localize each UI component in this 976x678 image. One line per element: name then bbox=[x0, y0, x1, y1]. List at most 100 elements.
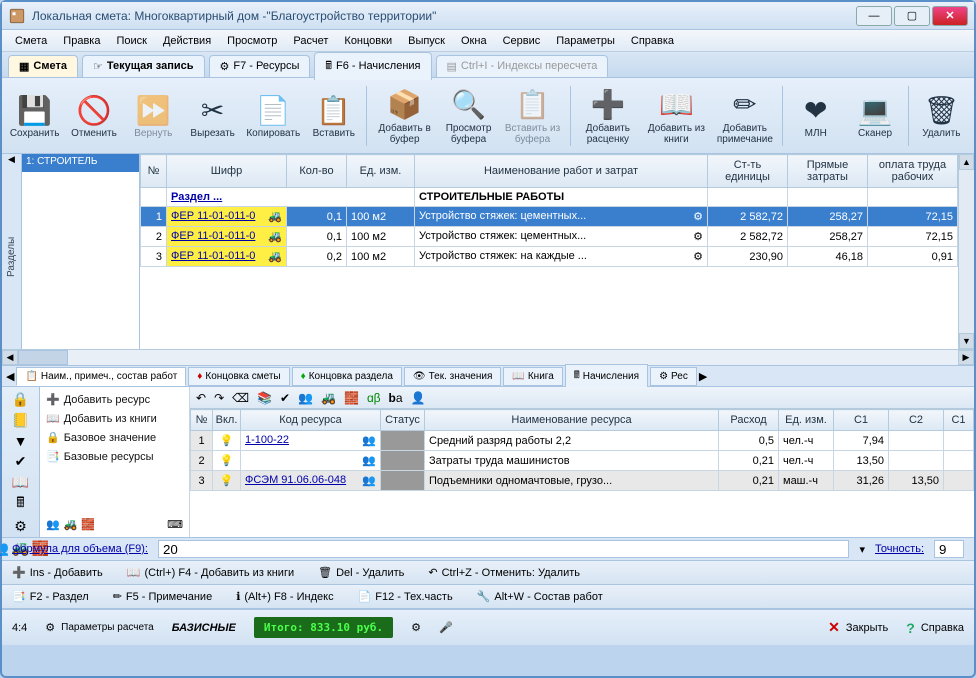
pastebuf-button[interactable]: 📋Вставить из буфера bbox=[501, 83, 564, 149]
menu-poisk[interactable]: Поиск bbox=[109, 33, 153, 49]
tab-charges[interactable]: 🖩F6 - Начисления bbox=[314, 52, 431, 80]
mln-button[interactable]: ❤МЛН bbox=[789, 83, 842, 149]
dropdown-icon[interactable]: ▾ bbox=[859, 543, 865, 556]
note-icon[interactable]: 📒 bbox=[12, 412, 30, 429]
bottom-action[interactable]: 🗑Del - Удалить bbox=[318, 566, 404, 579]
arrow-down-icon[interactable]: ▼ bbox=[12, 433, 30, 449]
keyboard-icon[interactable]: ⌨ bbox=[167, 518, 183, 531]
bottom-action[interactable]: 📖(Ctrl+) F4 - Добавить из книги bbox=[127, 566, 294, 579]
rcol-n[interactable]: № bbox=[191, 410, 213, 431]
rcol-rate[interactable]: Расход bbox=[719, 410, 779, 431]
undo-icon[interactable]: ↶ bbox=[196, 391, 206, 405]
formula-input[interactable] bbox=[158, 540, 849, 558]
ab-icon[interactable]: ɑβ bbox=[367, 391, 381, 405]
truck3-icon[interactable]: 🚜 bbox=[321, 391, 336, 405]
main-grid[interactable]: № Шифр Кол-во Ед. изм. Наименование рабо… bbox=[140, 154, 958, 267]
col-direct[interactable]: Прямые затраты bbox=[788, 155, 868, 188]
addrate-button[interactable]: ➕Добавить расценку bbox=[577, 83, 640, 149]
cancel-button[interactable]: 🚫Отменить bbox=[67, 83, 120, 149]
gear2-icon[interactable]: ⚙ bbox=[12, 517, 30, 535]
precision-input[interactable] bbox=[934, 540, 964, 558]
tab-indexes[interactable]: ▤Ctrl+I - Индексы пересчета bbox=[436, 55, 609, 77]
hscroll-thumb[interactable] bbox=[18, 350, 68, 365]
paste-button[interactable]: 📋Вставить bbox=[307, 83, 360, 149]
truck2-icon[interactable]: 🚜 bbox=[64, 518, 78, 531]
person2-icon[interactable]: 👤 bbox=[411, 391, 426, 405]
vscroll-up[interactable]: ▲ bbox=[959, 154, 974, 170]
dtab-book[interactable]: 📖Книга bbox=[503, 367, 562, 386]
bottom-action[interactable]: 📑F2 - Раздел bbox=[12, 590, 89, 603]
menu-raschet[interactable]: Расчет bbox=[286, 33, 335, 49]
addbuf-button[interactable]: 📦Добавить в буфер bbox=[373, 83, 436, 149]
tab-current[interactable]: ☞Текущая запись bbox=[82, 55, 205, 77]
person-icon[interactable]: 👥 bbox=[46, 518, 60, 531]
bottom-action[interactable]: ➕Ins - Добавить bbox=[12, 566, 103, 579]
brick3-icon[interactable]: 🧱 bbox=[344, 391, 359, 405]
menu-deistviya[interactable]: Действия bbox=[156, 33, 218, 49]
check-icon[interactable]: ✔ bbox=[12, 453, 30, 470]
close-link[interactable]: ✕Закрыть bbox=[828, 619, 888, 636]
books-icon[interactable]: 📚 bbox=[257, 391, 272, 405]
bottom-action[interactable]: 🔧Alt+W - Состав работ bbox=[477, 590, 603, 603]
maximize-button[interactable]: ▢ bbox=[894, 6, 930, 26]
menu-servis[interactable]: Сервис bbox=[496, 33, 548, 49]
grid-row[interactable]: 3ФЕР 11-01-011-0🚜0,2100 м2Устройство стя… bbox=[141, 247, 958, 267]
vscroll-down[interactable]: ▼ bbox=[959, 333, 974, 349]
precision-label[interactable]: Точность: bbox=[875, 543, 924, 555]
menu-pravka[interactable]: Правка bbox=[56, 33, 107, 49]
status-params[interactable]: ⚙Параметры расчета bbox=[45, 621, 153, 634]
rcol-status[interactable]: Статус bbox=[381, 410, 425, 431]
resource-row[interactable]: 2💡👥Затраты труда машинистов0,21чел.-ч13,… bbox=[191, 451, 974, 471]
resource-grid[interactable]: № Вкл. Код ресурса Статус Наименование р… bbox=[190, 409, 974, 491]
gearset-icon[interactable]: ⚙ bbox=[411, 621, 421, 634]
people-icon[interactable]: 👥 bbox=[0, 539, 10, 557]
section-link[interactable]: Раздел ... bbox=[171, 191, 222, 203]
col-qty[interactable]: Кол-во bbox=[287, 155, 347, 188]
scan-button[interactable]: 💻Сканер bbox=[848, 83, 901, 149]
bottom-action[interactable]: ↶Ctrl+Z - Отменить: Удалить bbox=[428, 566, 580, 579]
base-resources-link[interactable]: 📑Базовые ресурсы bbox=[46, 450, 183, 463]
dtab-scroll-left[interactable]: ◀ bbox=[6, 370, 14, 383]
addnote-button[interactable]: ✏Добавить примечание bbox=[714, 83, 777, 149]
redo-icon[interactable]: ↷ bbox=[214, 391, 224, 405]
add-from-book-link[interactable]: 📖Добавить из книги bbox=[46, 412, 183, 425]
grid-row[interactable]: 2ФЕР 11-01-011-0🚜0,1100 м2Устройство стя… bbox=[141, 227, 958, 247]
tab-resources[interactable]: ⚙F7 - Ресурсы bbox=[209, 55, 311, 77]
main-hscroll[interactable]: ◀ ▶ bbox=[2, 349, 974, 365]
rcol-on[interactable]: Вкл. bbox=[213, 410, 241, 431]
sections-head[interactable]: 1: СТРОИТЕЛЬ bbox=[22, 154, 139, 172]
col-name[interactable]: Наименование работ и затрат bbox=[415, 155, 708, 188]
menu-prosmotr[interactable]: Просмотр bbox=[220, 33, 284, 49]
book-icon[interactable]: 📖 bbox=[12, 474, 30, 491]
dtab-end-section[interactable]: ♦Концовка раздела bbox=[292, 367, 402, 386]
viewbuf-button[interactable]: 🔍Просмотр буфера bbox=[442, 83, 495, 149]
cut-button[interactable]: ✂Вырезать bbox=[186, 83, 239, 149]
menu-smeta[interactable]: Смета bbox=[8, 33, 54, 49]
minimize-button[interactable]: — bbox=[856, 6, 892, 26]
addbook-button[interactable]: 📖Добавить из книги bbox=[645, 83, 708, 149]
menu-vypusk[interactable]: Выпуск bbox=[401, 33, 452, 49]
resource-row[interactable]: 3💡ФСЭМ 91.06.06-048👥Подъемники одномачто… bbox=[191, 471, 974, 491]
rcol-c2[interactable]: С2 bbox=[889, 410, 944, 431]
lock-icon[interactable]: 🔒 bbox=[12, 391, 30, 408]
check2-icon[interactable]: ✔ bbox=[280, 391, 290, 405]
resource-row[interactable]: 1💡1-100-22👥Средний разряд работы 2,20,5ч… bbox=[191, 431, 974, 451]
base-value-link[interactable]: 🔒Базовое значение bbox=[46, 431, 183, 444]
rcol-code[interactable]: Код ресурса bbox=[241, 410, 381, 431]
people2-icon[interactable]: 👥 bbox=[298, 391, 313, 405]
rcol-name[interactable]: Наименование ресурса bbox=[425, 410, 719, 431]
copy-button[interactable]: 📄Копировать bbox=[245, 83, 301, 149]
mic-icon[interactable]: 🎤 bbox=[439, 621, 453, 634]
bottom-action[interactable]: ✏F5 - Примечание bbox=[113, 590, 213, 603]
eraser-icon[interactable]: ⌫ bbox=[232, 391, 249, 405]
bottom-action[interactable]: ℹ(Alt+) F8 - Индекс bbox=[236, 590, 333, 603]
dtab-name[interactable]: 📋Наим., примеч., состав работ bbox=[16, 367, 186, 386]
brick2-icon[interactable]: 🧱 bbox=[81, 518, 95, 531]
arrow-left-icon[interactable]: ◀ bbox=[8, 154, 15, 165]
calc2-icon[interactable]: 🖩 bbox=[12, 495, 30, 513]
close-button[interactable]: ✕ bbox=[932, 6, 968, 26]
formula-label[interactable]: Формула для объема (F9): bbox=[12, 543, 148, 555]
col-labor[interactable]: оплата труда рабочих bbox=[868, 155, 958, 188]
del-button[interactable]: 🗑Удалить bbox=[915, 83, 968, 149]
hscroll-right[interactable]: ▶ bbox=[958, 350, 974, 365]
